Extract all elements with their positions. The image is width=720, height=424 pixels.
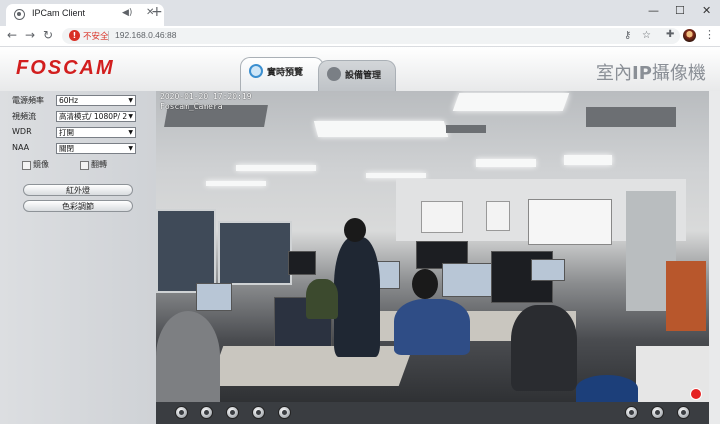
snapshot-icon[interactable] xyxy=(278,406,291,419)
desk xyxy=(208,346,414,386)
ceiling-light xyxy=(206,181,266,186)
person-head xyxy=(344,218,366,242)
title-ip: IP xyxy=(632,63,652,84)
ceiling-light xyxy=(476,159,536,167)
infrared-button[interactable]: 紅外燈 xyxy=(23,184,133,196)
play-icon[interactable] xyxy=(175,406,188,419)
reload-icon[interactable]: ↻ xyxy=(43,28,53,42)
globe-icon xyxy=(14,9,25,20)
tab-live-view[interactable]: 實時預覽 xyxy=(240,57,324,91)
url-divider xyxy=(108,31,109,41)
wdr-label: WDR xyxy=(12,127,32,136)
tab-live-view-label: 實時預覽 xyxy=(267,68,304,78)
new-tab-plus-icon[interactable]: + xyxy=(151,5,163,19)
forward-arrow-icon[interactable]: → xyxy=(25,28,35,42)
person-seated xyxy=(394,299,470,355)
not-secure-label[interactable]: 不安全 xyxy=(83,30,109,42)
tab-device-management[interactable]: 設備管理 xyxy=(318,60,396,91)
monitor xyxy=(531,259,565,281)
menu-dots-icon[interactable]: ⋮ xyxy=(704,28,715,41)
minimize-icon[interactable]: — xyxy=(648,4,659,17)
notice-board xyxy=(486,201,510,231)
browser-tab-bar: IPCam Client ◀) ✕ + — ☐ ✕ xyxy=(0,0,720,26)
browser-tab[interactable]: IPCam Client ◀) ✕ xyxy=(6,4,164,26)
fullscreen-icon[interactable] xyxy=(677,406,690,419)
window xyxy=(156,209,216,293)
zoom-icon[interactable] xyxy=(651,406,664,419)
foscam-logo: FOSCAM xyxy=(16,57,115,79)
naa-select[interactable]: 關閉 xyxy=(56,143,136,154)
video-overlay-text: 2020-01-20 17:20:19 Foscam_Camera xyxy=(160,92,252,112)
right-edge-strip xyxy=(709,91,720,424)
tab-title: IPCam Client xyxy=(32,8,86,18)
ceiling-light xyxy=(564,155,612,165)
live-video-view[interactable]: 2020-01-20 17:20:19 Foscam_Camera xyxy=(156,91,709,402)
person-head xyxy=(412,269,438,299)
browser-toolbar: ← → ↻ ! 不安全 192.168.0.46:88 ⚷ ☆ ✚ ⋮ xyxy=(0,26,720,47)
color-adjust-button[interactable]: 色彩調節 xyxy=(23,200,133,212)
foreground-person xyxy=(156,311,220,402)
boxes xyxy=(666,261,706,331)
stop-icon[interactable] xyxy=(200,406,213,419)
flip-label: 翻轉 xyxy=(91,160,107,169)
blue-chair xyxy=(576,375,638,402)
gear-icon xyxy=(327,67,341,81)
naa-row: NAA 關閉 xyxy=(0,143,156,155)
record-indicator-icon[interactable] xyxy=(690,388,702,400)
speaker-icon[interactable]: ◀) xyxy=(122,8,132,18)
whiteboard xyxy=(528,199,612,245)
image-settings-panel: 電源頻率 60Hz 視頻流 高清模式/ 1080P/ 2 WDR 打開 NAA … xyxy=(0,91,156,424)
power-frequency-select[interactable]: 60Hz xyxy=(56,95,136,106)
timestamp-overlay: 2020-01-20 17:20:19 xyxy=(160,92,252,101)
notice-board xyxy=(421,201,463,233)
person-standing xyxy=(334,237,380,357)
ceiling-light xyxy=(366,173,426,178)
video-stream-label: 視頻流 xyxy=(12,112,36,121)
naa-label: NAA xyxy=(12,143,30,152)
mirror-checkbox[interactable] xyxy=(22,161,31,170)
address-bar[interactable]: ! 不安全 192.168.0.46:88 ⚷ ☆ xyxy=(62,28,680,44)
extension-puzzle-icon[interactable]: ✚ xyxy=(666,28,674,42)
talk-icon[interactable] xyxy=(252,406,265,419)
profile-avatar[interactable] xyxy=(683,29,696,42)
url-text[interactable]: 192.168.0.46:88 xyxy=(115,30,176,40)
flip-checkbox[interactable] xyxy=(80,161,89,170)
warning-icon[interactable]: ! xyxy=(69,30,80,41)
ceiling-vent xyxy=(446,125,486,133)
power-frequency-label: 電源頻率 xyxy=(12,96,44,105)
ceiling-light xyxy=(236,165,316,171)
ceiling-light xyxy=(313,121,449,137)
video-stream-select[interactable]: 高清模式/ 1080P/ 2 xyxy=(56,111,136,122)
title-prefix: 室內 xyxy=(596,63,632,84)
person-seated xyxy=(306,279,338,319)
tab-device-management-label: 設備管理 xyxy=(345,71,382,81)
back-arrow-icon[interactable]: ← xyxy=(7,28,17,42)
key-icon[interactable]: ⚷ xyxy=(624,30,631,41)
star-icon[interactable]: ☆ xyxy=(642,30,651,41)
power-frequency-row: 電源頻率 60Hz xyxy=(0,95,156,107)
title-suffix: 攝像機 xyxy=(651,63,706,84)
office-chair xyxy=(511,305,577,391)
window-close-icon[interactable]: ✕ xyxy=(702,4,711,17)
video-control-bar xyxy=(156,402,709,424)
window xyxy=(218,221,292,285)
maximize-icon[interactable]: ☐ xyxy=(675,4,685,17)
video-stream-row: 視頻流 高清模式/ 1080P/ 2 xyxy=(0,111,156,123)
monitor xyxy=(288,251,316,275)
camera-name-overlay: Foscam_Camera xyxy=(160,102,223,111)
monitor xyxy=(442,263,494,297)
audio-icon[interactable] xyxy=(226,406,239,419)
mirror-label: 鏡像 xyxy=(33,160,49,169)
ceiling-vent xyxy=(586,107,676,127)
app-header: FOSCAM 實時預覽 設備管理 室內IP攝像機 xyxy=(0,47,720,91)
ceiling-light xyxy=(452,93,570,111)
product-title: 室內IP攝像機 xyxy=(596,59,706,85)
camera-lens-icon xyxy=(249,64,263,78)
record-icon[interactable] xyxy=(625,406,638,419)
monitor xyxy=(196,283,232,311)
wdr-select[interactable]: 打開 xyxy=(56,127,136,138)
wdr-row: WDR 打開 xyxy=(0,127,156,139)
